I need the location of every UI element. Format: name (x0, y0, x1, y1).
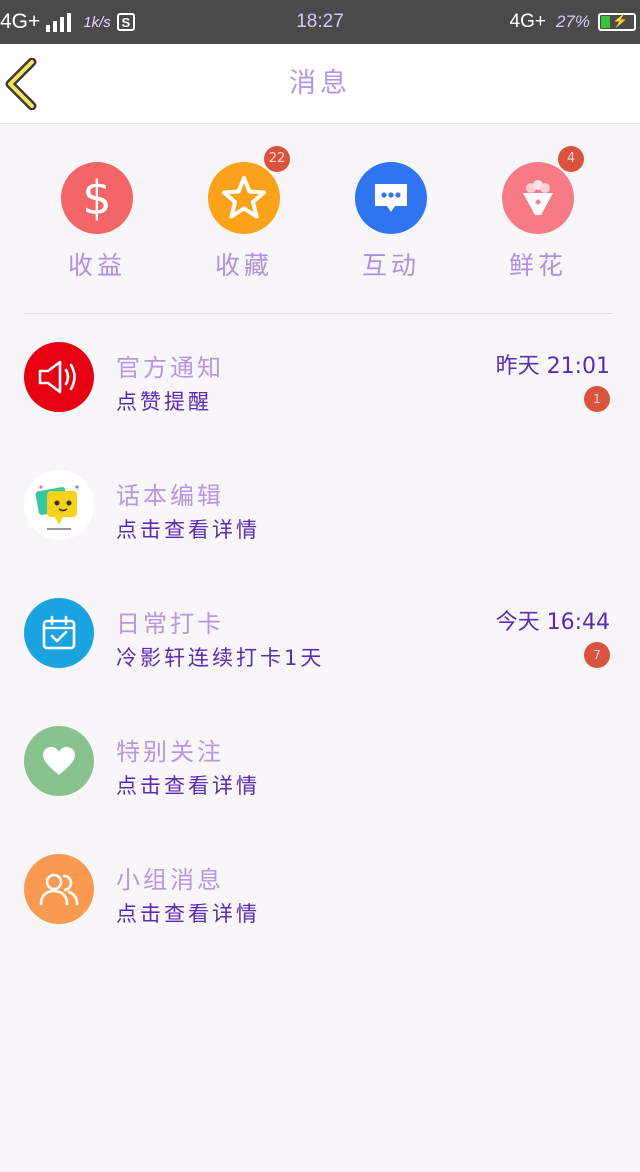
message-title: 官方通知 (116, 354, 224, 382)
status-bar: 4G+ 1k/s S 18:27 4G+ 27% ⚡ (0, 0, 640, 44)
heart-icon (24, 726, 94, 796)
group-icon (24, 854, 94, 924)
flowers-badge: 4 (558, 146, 584, 172)
message-time: 今天 16:44 (495, 610, 610, 635)
quick-actions: $ 收益 22 收藏 互动 4 鲜花 (0, 124, 640, 314)
message-time: 昨天 21:01 (495, 354, 610, 379)
message-subtitle: 冷影轩连续打卡1天 (116, 646, 325, 670)
message-subtitle: 点击查看详情 (116, 902, 260, 926)
list-item-daily-checkin[interactable]: 日常打卡 冷影轩连续打卡1天 今天 16:44 7 (0, 586, 640, 714)
message-title: 日常打卡 (116, 610, 224, 638)
status-right: 4G+ 27% ⚡ (510, 0, 636, 44)
header: 消息 (0, 44, 640, 124)
quick-label-earnings: 收益 (67, 251, 126, 280)
editor-avatar-icon (24, 470, 94, 540)
speaker-icon (24, 342, 94, 412)
network-indicator-right: 4G+ (509, 11, 546, 32)
battery-percent: 27% (555, 12, 590, 31)
section-divider (24, 313, 612, 314)
quick-item-interaction[interactable]: 互动 (321, 162, 461, 282)
message-list: 官方通知 点赞提醒 昨天 21:01 1 话本编辑 点击查看详情 日常打卡 冷影… (0, 330, 640, 970)
message-title: 特别关注 (116, 738, 224, 766)
battery-icon: ⚡ (598, 13, 636, 31)
charging-bolt-icon: ⚡ (612, 13, 629, 28)
calendar-check-icon (24, 598, 94, 668)
svg-text:$: $ (82, 172, 111, 224)
dollar-icon: $ (61, 162, 133, 234)
page-title: 消息 (289, 68, 351, 99)
message-subtitle: 点击查看详情 (116, 774, 260, 798)
quick-label-favorites: 收藏 (214, 251, 273, 280)
battery-fill (601, 16, 610, 28)
list-item-script-editor[interactable]: 话本编辑 点击查看详情 (0, 458, 640, 586)
message-title: 小组消息 (116, 866, 224, 894)
star-icon: 22 (208, 146, 290, 234)
unread-badge: 1 (584, 386, 610, 412)
quick-item-flowers[interactable]: 4 鲜花 (468, 146, 608, 282)
chat-bubble-icon (355, 162, 427, 234)
list-item-official-notice[interactable]: 官方通知 点赞提醒 昨天 21:01 1 (0, 330, 640, 458)
quick-label-interaction: 互动 (361, 251, 420, 280)
quick-item-earnings[interactable]: $ 收益 (27, 162, 167, 282)
message-subtitle: 点击查看详情 (116, 518, 260, 542)
list-item-special-follow[interactable]: 特别关注 点击查看详情 (0, 714, 640, 842)
message-title: 话本编辑 (116, 482, 224, 510)
favorites-badge: 22 (264, 146, 290, 172)
list-item-group-messages[interactable]: 小组消息 点击查看详情 (0, 842, 640, 970)
quick-item-favorites[interactable]: 22 收藏 (174, 146, 314, 282)
bouquet-icon: 4 (502, 146, 584, 234)
message-subtitle: 点赞提醒 (116, 390, 212, 414)
unread-badge: 7 (584, 642, 610, 668)
quick-label-flowers: 鲜花 (508, 251, 567, 280)
